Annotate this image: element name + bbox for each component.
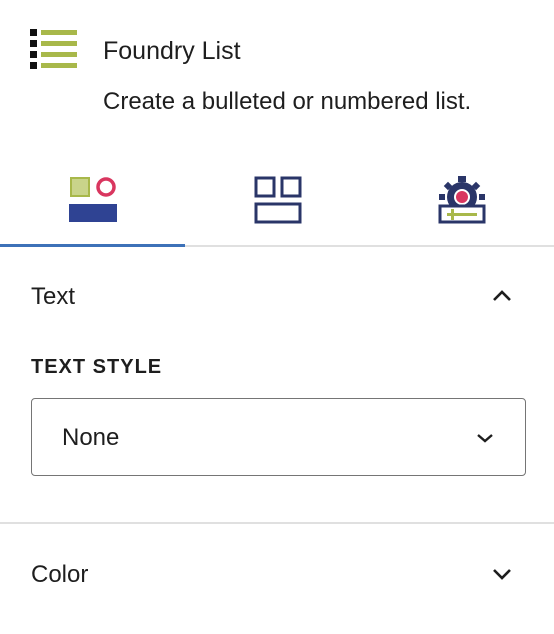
tab-bar	[0, 160, 554, 247]
layout-grid-icon	[254, 176, 301, 224]
text-style-label: TEXT STYLE	[31, 356, 163, 378]
block-description: Create a bulleted or numbered list.	[103, 88, 472, 115]
chevron-down-icon	[477, 434, 493, 443]
block-card: Foundry List Create a bulleted or number…	[0, 0, 554, 150]
block-settings-sidebar: Foundry List Create a bulleted or number…	[0, 0, 554, 634]
style-shapes-icon	[68, 177, 117, 222]
chevron-up-icon	[493, 290, 511, 301]
list-icon	[30, 29, 77, 69]
tab-styles[interactable]	[0, 160, 185, 247]
text-style-value: None	[62, 424, 120, 451]
settings-gear-icon	[438, 176, 486, 224]
tab-layout[interactable]	[185, 160, 370, 245]
panel-divider	[0, 522, 554, 524]
text-panel-toggle[interactable]: Text	[0, 254, 554, 334]
tab-advanced[interactable]	[370, 160, 554, 245]
block-title: Foundry List	[103, 37, 241, 65]
text-style-select[interactable]: None	[31, 398, 526, 476]
text-panel-title: Text	[31, 283, 76, 310]
active-tab-indicator	[0, 244, 185, 247]
chevron-down-icon	[493, 569, 511, 580]
color-panel-toggle[interactable]: Color	[0, 532, 554, 612]
color-panel-title: Color	[31, 561, 89, 588]
